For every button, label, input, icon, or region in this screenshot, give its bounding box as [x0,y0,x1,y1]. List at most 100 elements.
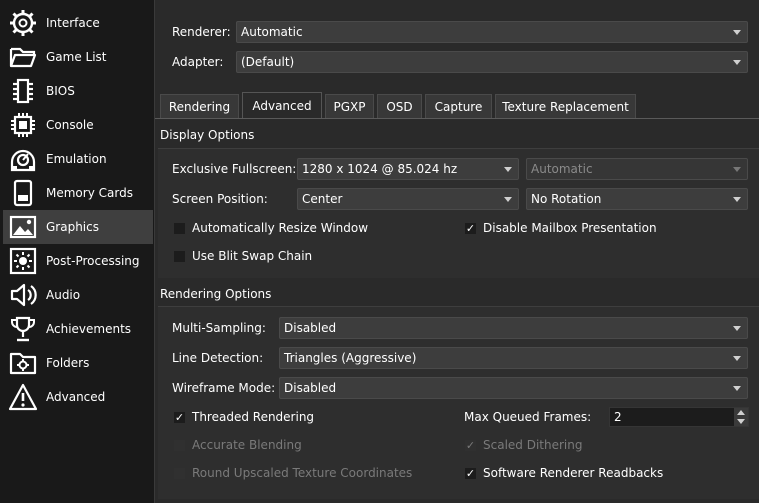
sidebar-item-label: Interface [46,16,100,30]
sidebar-item-label: Graphics [46,220,99,234]
checkbox-box: ✓ [464,466,477,480]
wireframe-mode-label: Wireframe Mode: [172,381,276,395]
adapter-select[interactable]: (Default) [236,51,748,73]
checkbox-box: ✓ [464,221,477,235]
renderer-value: Automatic [241,25,303,39]
folder-open-icon [6,40,40,74]
memory-card-icon [6,176,40,210]
tab-capture[interactable]: Capture [425,94,492,118]
sidebar-item-console[interactable]: Console [3,108,153,142]
tab-texture-replacement[interactable]: Texture Replacement [495,94,636,118]
image-icon [6,210,40,244]
chevron-down-icon [504,167,512,172]
line-detection-value: Triangles (Aggressive) [284,351,417,365]
sidebar-item-label: Game List [46,50,107,64]
checkbox-label: Software Renderer Readbacks [483,466,664,480]
max-queued-frames-spinbox[interactable]: 2 [609,407,749,427]
checkbox-box [173,249,186,263]
screen-position-select[interactable]: Center [297,188,519,210]
sidebar-item-game-list[interactable]: Game List [3,40,153,74]
checkbox-box: ✓ [464,438,477,452]
folder-settings-icon [6,346,40,380]
rotation-value: No Rotation [531,192,602,206]
sidebar-item-label: Advanced [46,390,106,404]
rendering-options-header: Rendering Options [160,287,272,301]
sidebar-item-label: Memory Cards [46,186,133,200]
screen-position-label: Screen Position: [172,192,268,206]
checkbox-label: Threaded Rendering [192,410,315,424]
sidebar-item-label: Audio [46,288,81,302]
sidebar-item-advanced[interactable]: Advanced [3,380,153,414]
chevron-down-icon [504,197,512,202]
settings-sidebar: Interface Game List BIOS Console Emulati… [0,0,155,503]
sidebar-item-post-processing[interactable]: Post-Processing [3,244,153,278]
sidebar-item-label: Console [46,118,94,132]
multisampling-select[interactable]: Disabled [279,317,748,339]
sun-icon [6,244,40,278]
sidebar-item-achievements[interactable]: Achievements [3,312,153,346]
sidebar-item-bios[interactable]: BIOS [3,74,153,108]
sidebar-item-label: Post-Processing [46,254,140,268]
renderer-label: Renderer: [172,25,231,39]
sidebar-item-interface[interactable]: Interface [3,6,153,40]
exclusive-fullscreen-label: Exclusive Fullscreen: [172,162,297,176]
tab-osd[interactable]: OSD [377,94,422,118]
renderer-select[interactable]: Automatic [236,21,748,43]
checkbox-label: Accurate Blending [192,438,302,452]
tab-advanced[interactable]: Advanced [242,92,322,118]
sidebar-item-label: Emulation [46,152,107,166]
emulation-icon [6,142,40,176]
fullscreen-format-value: Automatic [531,162,593,176]
display-options-header: Display Options [160,128,255,142]
sidebar-item-audio[interactable]: Audio [3,278,153,312]
software-readbacks-checkbox[interactable]: ✓ Software Renderer Readbacks [464,466,663,480]
graphics-settings-panel: Renderer: Automatic Adapter: (Default) R… [155,0,759,503]
checkbox-box [173,438,186,452]
adapter-label: Adapter: [172,55,224,69]
spin-up-icon[interactable] [737,410,745,415]
spin-down-icon[interactable] [737,419,745,424]
chevron-down-icon [733,197,741,202]
spinbox-buttons[interactable] [734,408,748,426]
chevron-down-icon [733,356,741,361]
threaded-rendering-checkbox[interactable]: ✓ Threaded Rendering [173,410,314,424]
fullscreen-format-select[interactable]: Automatic [526,158,748,180]
multisampling-label: Multi-Sampling: [172,321,266,335]
sidebar-item-label: Achievements [46,322,132,336]
adapter-value: (Default) [241,55,295,69]
warning-icon [6,380,40,414]
chevron-down-icon [733,60,741,65]
chip-icon [6,74,40,108]
multisampling-value: Disabled [284,321,337,335]
sidebar-item-label: BIOS [46,84,75,98]
checkbox-label: Round Upscaled Texture Coordinates [192,466,413,480]
auto-resize-window-checkbox[interactable]: Automatically Resize Window [173,221,368,235]
round-upscaled-coords-checkbox[interactable]: Round Upscaled Texture Coordinates [173,466,412,480]
chevron-down-icon [733,326,741,331]
blit-swap-chain-checkbox[interactable]: Use Blit Swap Chain [173,249,312,263]
cpu-icon [6,108,40,142]
sidebar-item-emulation[interactable]: Emulation [3,142,153,176]
disable-mailbox-checkbox[interactable]: ✓ Disable Mailbox Presentation [464,221,657,235]
tab-pgxp[interactable]: PGXP [325,94,374,118]
tab-rendering[interactable]: Rendering [160,94,239,118]
sidebar-item-folders[interactable]: Folders [3,346,153,380]
line-detection-select[interactable]: Triangles (Aggressive) [279,347,748,369]
checkbox-box: ✓ [173,410,186,424]
exclusive-fullscreen-select[interactable]: 1280 x 1024 @ 85.024 hz [297,158,519,180]
checkbox-label: Scaled Dithering [483,438,583,452]
checkbox-label: Disable Mailbox Presentation [483,221,657,235]
wireframe-mode-value: Disabled [284,381,337,395]
chevron-down-icon [733,30,741,35]
accurate-blending-checkbox[interactable]: Accurate Blending [173,438,302,452]
tab-divider [155,118,759,119]
rotation-select[interactable]: No Rotation [526,188,748,210]
checkbox-label: Use Blit Swap Chain [192,249,313,263]
max-queued-frames-value: 2 [614,410,622,424]
sidebar-item-graphics[interactable]: Graphics [3,210,153,244]
checkbox-box [173,221,186,235]
wireframe-mode-select[interactable]: Disabled [279,377,748,399]
scaled-dithering-checkbox[interactable]: ✓ Scaled Dithering [464,438,582,452]
exclusive-fullscreen-value: 1280 x 1024 @ 85.024 hz [302,162,458,176]
sidebar-item-memory-cards[interactable]: Memory Cards [3,176,153,210]
